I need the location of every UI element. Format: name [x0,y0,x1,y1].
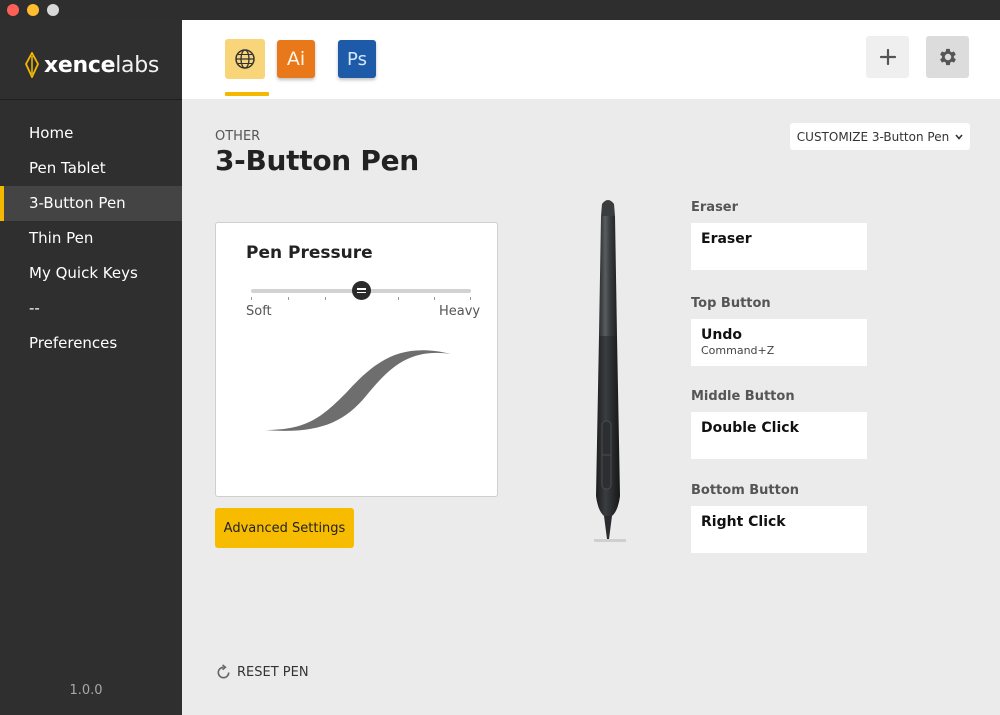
slider-tick [251,297,252,300]
gear-icon [939,48,956,66]
eraser-assignment[interactable]: Eraser [691,223,867,270]
eraser-action: Eraser [701,231,752,247]
sidebar-divider [0,99,182,100]
xencelabs-nib-logo-icon [24,52,40,78]
app-version: 1.0.0 [69,683,103,698]
middle-button-action: Double Click [701,420,799,436]
sidebar-item-separator[interactable]: -- [0,291,182,326]
eraser-label: Eraser [691,200,739,215]
sidebar-item-preferences[interactable]: Preferences [0,326,182,361]
slider-tick [288,297,289,300]
reset-icon [217,664,230,679]
slider-tick [325,297,326,300]
active-tab-indicator [225,92,269,96]
page-title: 3-Button Pen [215,144,419,177]
illustrator-icon: Ai [286,48,306,70]
pressure-heavy-label: Heavy [439,304,481,319]
bottom-button-assignment[interactable]: Right Click [691,506,867,553]
section-eyebrow: OTHER [215,129,261,144]
slider-tick [434,297,435,300]
window-maximize-button[interactable] [47,4,59,16]
sidebar-item-my-quick-keys[interactable]: My Quick Keys [0,256,182,291]
reset-pen-button[interactable]: RESET PEN [215,664,309,681]
plus-icon [879,48,896,66]
sidebar-item-thin-pen[interactable]: Thin Pen [0,221,182,256]
advanced-settings-button[interactable]: Advanced Settings [215,508,354,548]
pen-pressure-card: Pen Pressure Soft Heavy [215,222,498,497]
app-toolbar: Ai Ps [182,20,1000,99]
pen-pressure-title: Pen Pressure [246,243,373,263]
slider-tick [398,297,399,300]
slider-tick [470,297,471,300]
pressure-slider-knob[interactable] [351,281,371,300]
pressure-curve-graphic [265,350,451,431]
sidebar-item-home[interactable]: Home [0,116,182,151]
sidebar-item-pen-tablet[interactable]: Pen Tablet [0,151,182,186]
pressure-soft-label: Soft [246,304,272,319]
tab-photoshop[interactable]: Ps [338,40,376,78]
globe-icon [235,49,255,69]
middle-button-label: Middle Button [691,389,795,404]
middle-button-assignment[interactable]: Double Click [691,412,867,459]
top-button-shortcut: Command+Z [701,344,775,357]
photoshop-icon: Ps [347,48,367,70]
sidebar-item-3-button-pen[interactable]: 3-Button Pen [0,186,182,221]
app-logo: xencelabs [24,50,159,80]
sidebar-nav: Home Pen Tablet 3-Button Pen Thin Pen My… [0,116,182,361]
window-minimize-button[interactable] [27,4,39,16]
customize-label: CUSTOMIZE 3-Button Pen [796,129,950,144]
customize-dropdown[interactable]: CUSTOMIZE 3-Button Pen [790,123,970,150]
settings-button[interactable] [926,36,969,78]
top-button-action: Undo [701,327,742,343]
sidebar: xencelabs Home Pen Tablet 3-Button Pen T… [0,20,182,715]
top-button-assignment[interactable]: Undo Command+Z [691,319,867,366]
three-button-pen-image [594,200,626,542]
bottom-button-action: Right Click [701,514,786,530]
window-close-button[interactable] [7,4,19,16]
chevron-down-icon [955,133,963,140]
logo-text: xencelabs [44,52,160,78]
tab-illustrator[interactable]: Ai [277,40,315,78]
add-application-button[interactable] [866,36,909,78]
top-button-label: Top Button [691,296,771,311]
reset-pen-label: RESET PEN [237,665,309,680]
bottom-button-label: Bottom Button [691,483,800,498]
tab-global[interactable] [225,39,265,79]
window-titlebar [0,0,1000,20]
